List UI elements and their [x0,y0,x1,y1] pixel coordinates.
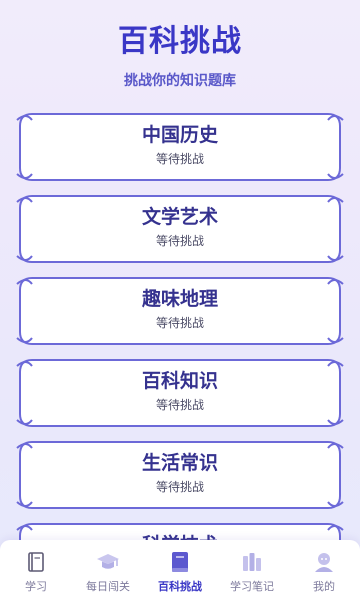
graduation-cap-icon [97,554,119,569]
category-status: 等待挑战 [155,152,204,166]
category-status: 等待挑战 [155,234,204,248]
tab-encyclopedia-challenge[interactable]: 百科挑战 [144,540,216,600]
category-status: 等待挑战 [155,398,204,412]
category-name: 生活常识 [141,452,218,474]
tab-study[interactable]: 学习 [0,540,72,600]
user-icon [315,553,333,572]
category-card-literature-art[interactable]: 文学艺术 等待挑战 [14,192,346,266]
category-card-geography[interactable]: 趣味地理 等待挑战 [14,274,346,348]
category-card-science-tech[interactable]: 科学技术 [14,520,346,540]
encyclopedia-icon [172,552,188,572]
tab-profile[interactable]: 我的 [288,540,360,600]
tab-label: 我的 [313,580,335,593]
tab-study-notes[interactable]: 学习笔记 [216,540,288,600]
category-card-general-knowledge[interactable]: 百科知识 等待挑战 [14,356,346,430]
tab-label: 每日闯关 [86,580,130,593]
page-header: 百科挑战 挑战你的知识题库 [0,0,360,100]
bookshelf-icon [243,553,261,571]
tab-label: 学习笔记 [230,580,274,593]
tab-label: 学习 [25,580,47,593]
bottom-tab-bar: 学习 每日闯关 百科挑战 学习笔记 我的 [0,540,360,600]
tab-label: 百科挑战 [158,580,202,593]
page-title: 百科挑战 [118,24,242,59]
tab-daily-challenge[interactable]: 每日闯关 [72,540,144,600]
category-status: 等待挑战 [155,316,204,330]
page-subtitle: 挑战你的知识题库 [124,73,236,89]
category-name: 文学艺术 [141,206,218,228]
category-card-history[interactable]: 中国历史 等待挑战 [14,110,346,184]
category-name: 科学技术 [14,530,346,540]
category-status: 等待挑战 [155,480,204,494]
book-icon [28,552,44,572]
category-name: 趣味地理 [141,288,218,310]
category-card-life-tips[interactable]: 生活常识 等待挑战 [14,438,346,512]
category-name: 百科知识 [141,370,218,392]
category-list: 中国历史 等待挑战 文学艺术 等待挑战 趣味地理 等待挑战 百科知识 等待挑战 … [0,110,360,540]
category-name: 中国历史 [141,124,218,146]
